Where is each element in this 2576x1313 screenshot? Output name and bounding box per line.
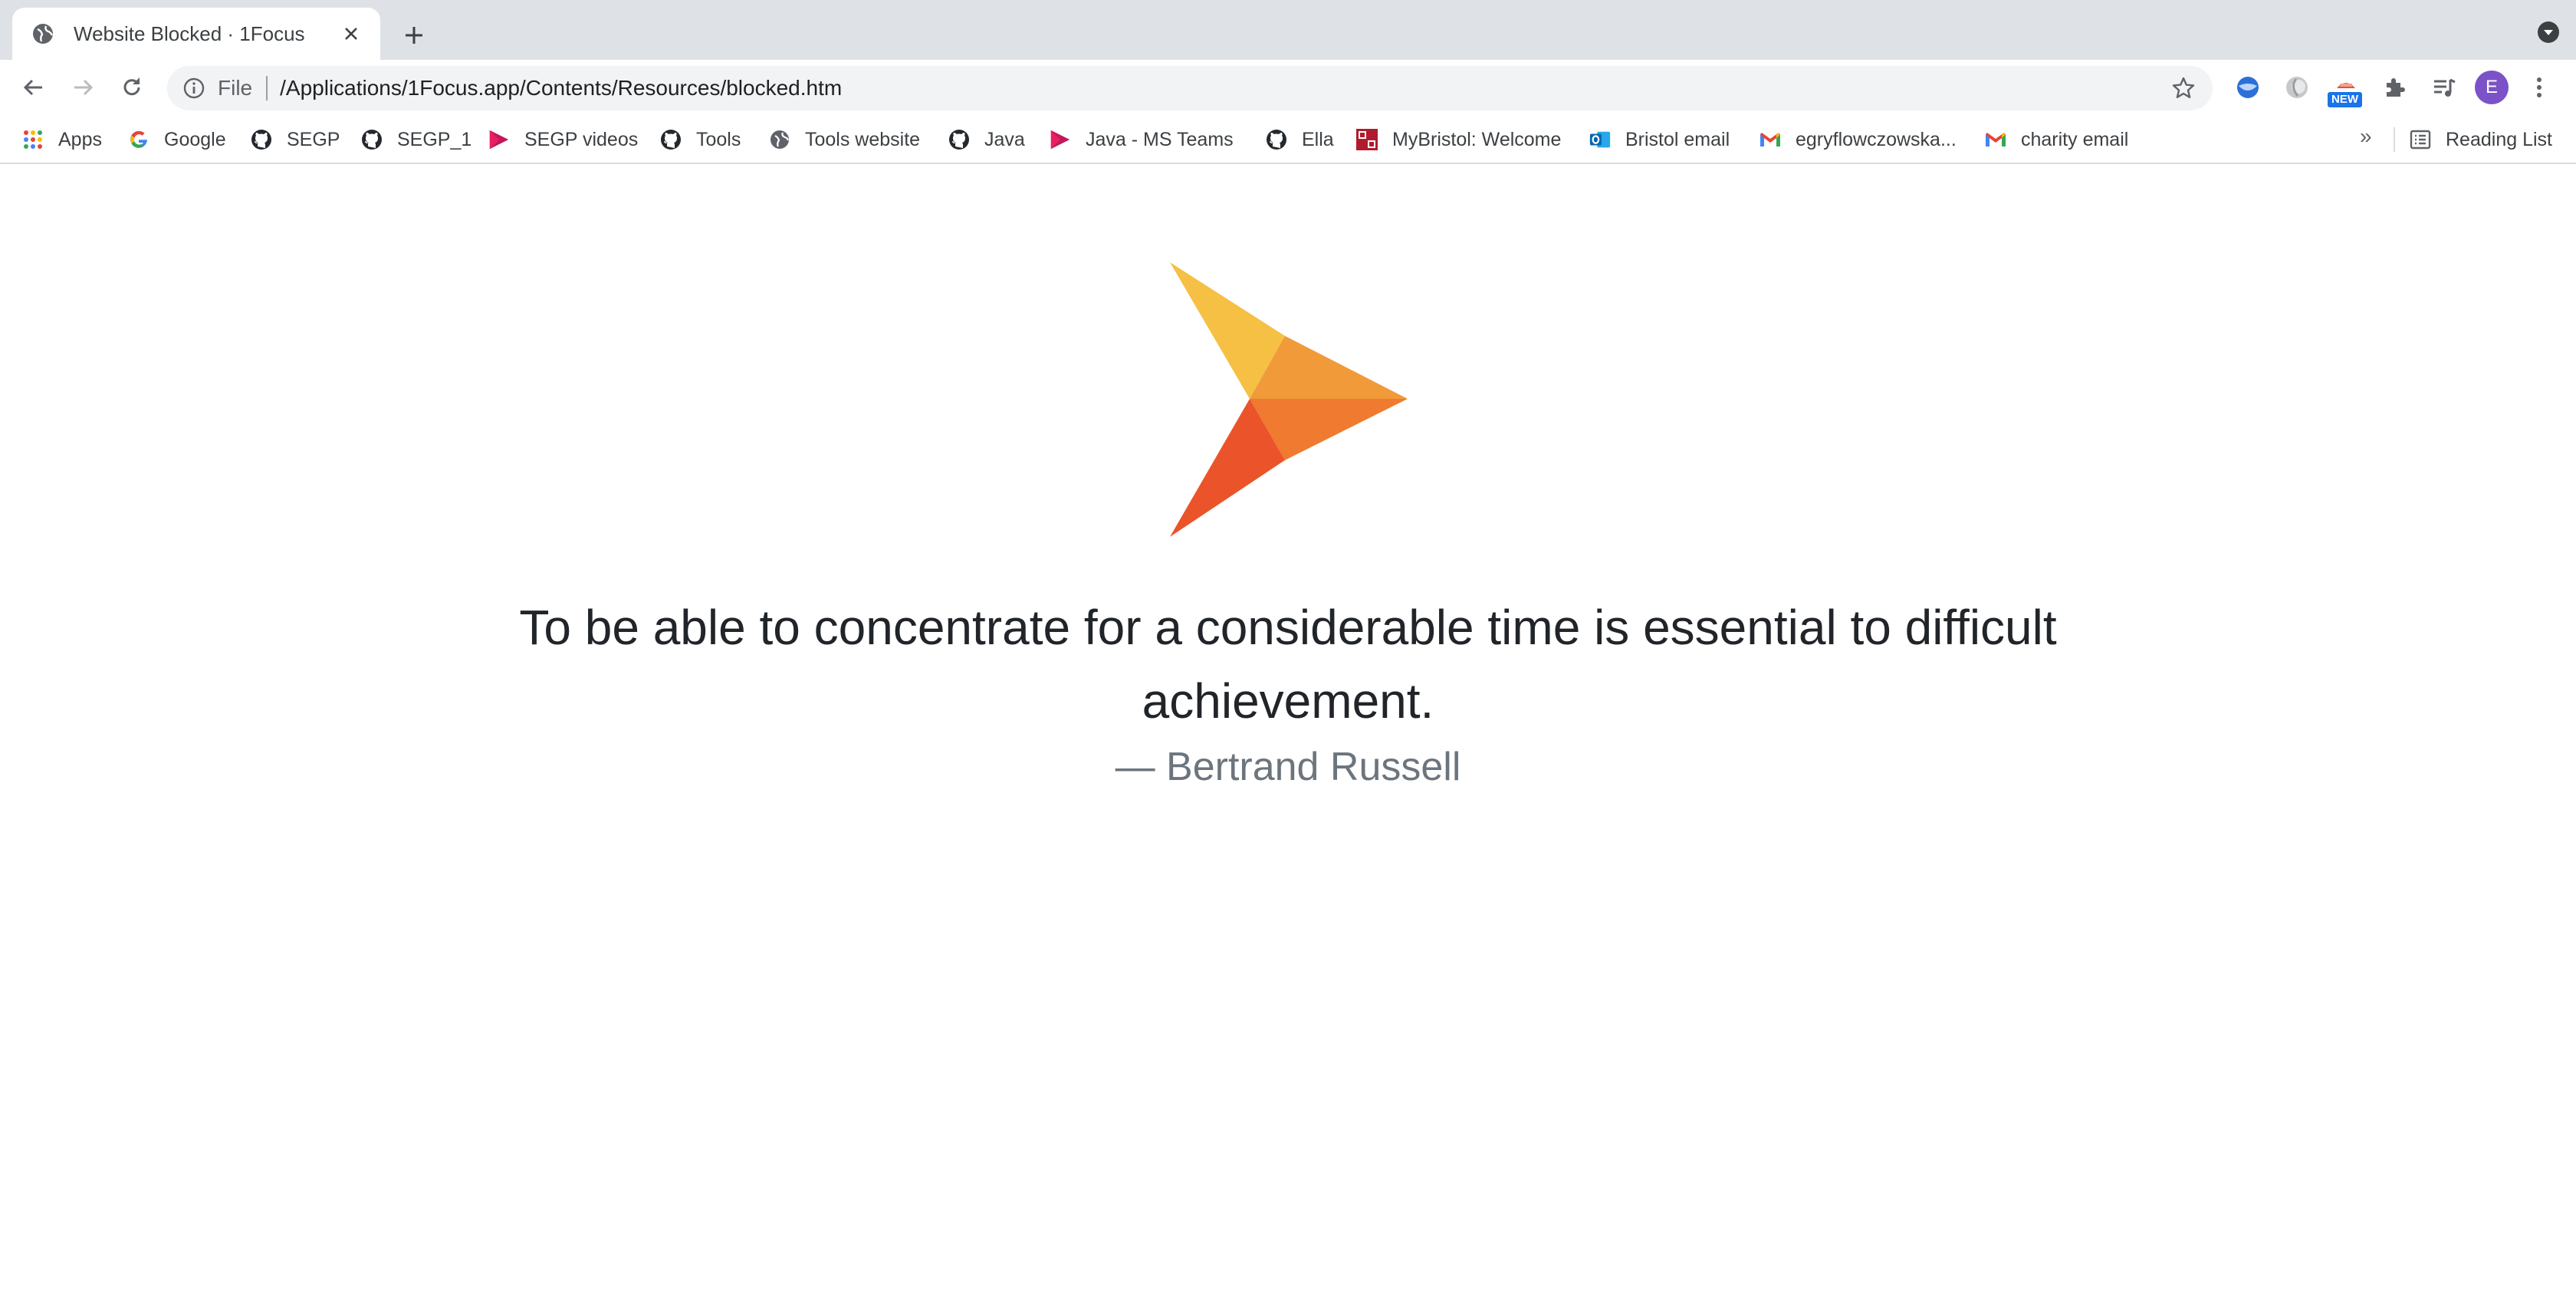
address-bar[interactable]: File /Applications/1Focus.app/Contents/R… bbox=[167, 66, 2213, 110]
bristol-icon bbox=[1355, 128, 1378, 151]
bookmark-segp-videos[interactable]: SEGP videos bbox=[488, 126, 638, 153]
bookmark-label: egryflowczowska... bbox=[1796, 128, 1957, 150]
toolbar: File /Applications/1Focus.app/Contents/R… bbox=[0, 60, 2576, 115]
reload-icon[interactable] bbox=[113, 69, 150, 106]
url-text[interactable]: /Applications/1Focus.app/Contents/Resour… bbox=[280, 76, 2168, 100]
info-icon[interactable] bbox=[181, 75, 207, 101]
reading-list-label: Reading List bbox=[2446, 128, 2552, 150]
bookmark-label: SEGP_1 bbox=[397, 128, 472, 150]
bookmark-mybristol[interactable]: MyBristol: Welcome bbox=[1355, 126, 1561, 153]
tab-website-blocked[interactable]: Website Blocked · 1Focus bbox=[12, 8, 380, 60]
bookmark-egryflowczowska[interactable]: egryflowczowska... bbox=[1759, 126, 1957, 153]
tab-search-chevron-icon[interactable] bbox=[2535, 18, 2562, 46]
close-icon[interactable] bbox=[337, 20, 365, 48]
bookmark-label: Java - MS Teams bbox=[1086, 128, 1234, 150]
blocked-quote: To be able to concentrate for a consider… bbox=[519, 600, 2057, 729]
bookmark-google[interactable]: Google bbox=[127, 126, 226, 153]
google-icon bbox=[127, 128, 150, 151]
globe-icon bbox=[31, 21, 55, 46]
bookmark-label: SEGP bbox=[287, 128, 340, 150]
extension-globe-icon[interactable] bbox=[2231, 71, 2265, 104]
tab-title: Website Blocked · 1Focus bbox=[74, 21, 305, 45]
github-icon bbox=[1265, 128, 1288, 151]
bookmark-apps[interactable]: Apps bbox=[21, 126, 102, 153]
play-icon bbox=[1049, 128, 1072, 151]
quote-author: — Bertrand Russell bbox=[1115, 745, 1461, 789]
github-icon bbox=[659, 128, 682, 151]
bookmark-label: Tools bbox=[696, 128, 741, 150]
bookmark-segp[interactable]: SEGP bbox=[250, 126, 340, 153]
tab-strip: Website Blocked · 1Focus bbox=[0, 0, 2576, 60]
bookmark-charity-email[interactable]: charity email bbox=[1984, 126, 2128, 153]
bookmark-label: Tools website bbox=[805, 128, 921, 150]
more-menu-icon[interactable] bbox=[2522, 71, 2556, 104]
bookmark-java-ms-teams[interactable]: Java - MS Teams bbox=[1049, 126, 1234, 153]
bookmark-label: Apps bbox=[58, 128, 102, 150]
profile-avatar[interactable]: E bbox=[2475, 71, 2509, 104]
1focus-logo bbox=[1168, 262, 1409, 538]
bookmark-bristol-email[interactable]: Bristol email bbox=[1589, 126, 1730, 153]
gmail-icon bbox=[1984, 128, 2007, 151]
media-queue-icon[interactable] bbox=[2427, 71, 2461, 104]
bookmark-label: MyBristol: Welcome bbox=[1392, 128, 1562, 150]
puzzle-extensions-icon[interactable] bbox=[2378, 71, 2412, 104]
github-icon bbox=[360, 128, 383, 151]
bookmark-java[interactable]: Java bbox=[948, 126, 1025, 153]
new-tab-button[interactable] bbox=[396, 17, 432, 54]
apps-grid-icon bbox=[21, 128, 44, 151]
reading-list-icon bbox=[2409, 128, 2432, 151]
bookmark-tools-website[interactable]: Tools website bbox=[768, 126, 920, 153]
new-badge: NEW bbox=[2328, 92, 2362, 107]
outlook-icon bbox=[1589, 128, 1612, 151]
back-arrow-icon[interactable] bbox=[15, 69, 52, 106]
forward-arrow-icon[interactable] bbox=[64, 69, 101, 106]
bookmark-label: Ella bbox=[1302, 128, 1334, 150]
bookmark-tools[interactable]: Tools bbox=[659, 126, 741, 153]
github-icon bbox=[250, 128, 273, 151]
reading-list-button[interactable]: Reading List bbox=[2409, 126, 2552, 153]
bookmark-star-icon[interactable] bbox=[2168, 73, 2199, 104]
bookmark-label: charity email bbox=[2021, 128, 2129, 150]
url-scheme-label: File bbox=[218, 76, 253, 100]
bookmark-label: Google bbox=[164, 128, 226, 150]
github-icon bbox=[948, 128, 971, 151]
bookmark-label: SEGP videos bbox=[524, 128, 639, 150]
extension-circle-icon[interactable] bbox=[2280, 71, 2314, 104]
bookmark-label: Java bbox=[984, 128, 1025, 150]
play-icon bbox=[488, 128, 511, 151]
bookmarks-overflow-chevron[interactable]: » bbox=[2360, 124, 2372, 149]
bookmark-label: Bristol email bbox=[1625, 128, 1730, 150]
bookmarks-bar: Apps Google SEGP SEGP_1 SEGP videos Tool… bbox=[0, 115, 2576, 164]
bookmark-segp-1[interactable]: SEGP_1 bbox=[360, 126, 472, 153]
gmail-icon bbox=[1759, 128, 1782, 151]
url-separator bbox=[266, 76, 268, 100]
bookmarks-divider bbox=[2394, 127, 2395, 152]
globe-icon bbox=[768, 128, 791, 151]
bookmark-ella[interactable]: Ella bbox=[1265, 126, 1334, 153]
